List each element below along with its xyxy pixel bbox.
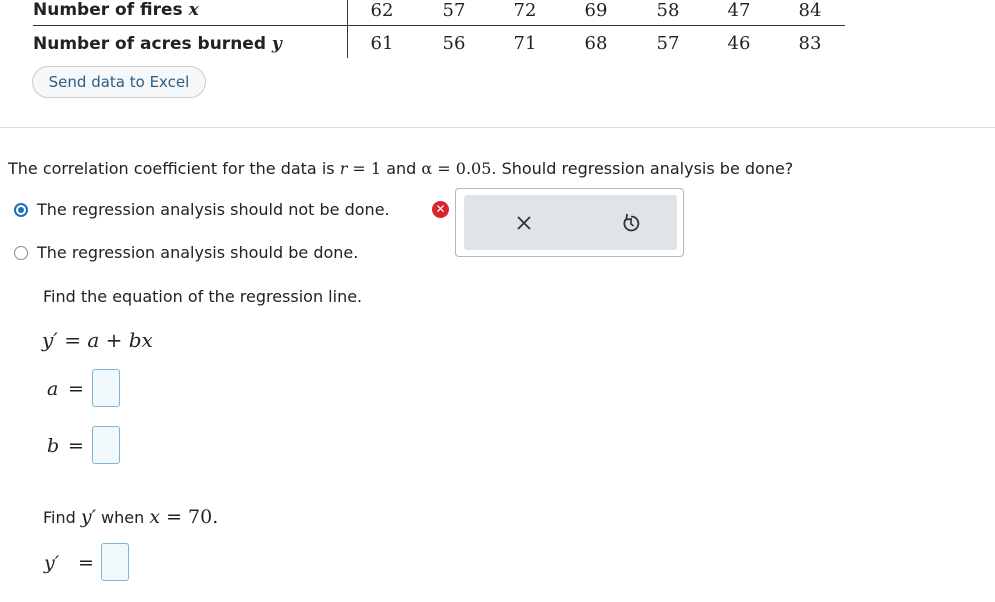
radio-not-done[interactable]: [14, 203, 28, 217]
y-prime-input[interactable]: [101, 543, 129, 581]
cell: 46: [727, 33, 751, 54]
regression-prompt: Find the equation of the regression line…: [43, 287, 363, 306]
b-input[interactable]: [92, 426, 120, 464]
feedback-popup: [455, 188, 684, 257]
row-label-fires: Number of fires x: [33, 0, 199, 20]
cell: 58: [656, 0, 680, 21]
option-label-not-done[interactable]: The regression analysis should not be do…: [37, 200, 390, 219]
cell: 47: [727, 0, 751, 21]
a-input[interactable]: [92, 369, 120, 407]
close-icon[interactable]: [510, 209, 538, 237]
question-text: The correlation coefficient for the data…: [8, 159, 794, 178]
row-label-acres: Number of acres burned y: [33, 34, 282, 54]
send-to-excel-button[interactable]: Send data to Excel: [32, 66, 206, 98]
a-label: a: [47, 378, 59, 400]
equals-sign: =: [68, 435, 84, 457]
radio-done[interactable]: [14, 246, 28, 260]
incorrect-icon: ✕: [432, 201, 449, 218]
retry-icon[interactable]: [617, 209, 645, 237]
cell: 57: [442, 0, 466, 21]
cell: 69: [584, 0, 608, 21]
table-row-fires: Number of fires x 62 57 72 69 58 47 84: [33, 0, 845, 26]
b-label: b: [47, 435, 60, 457]
cell: 57: [656, 33, 680, 54]
equals-sign: =: [78, 552, 94, 574]
cell: 84: [798, 0, 822, 21]
cell: 72: [513, 0, 537, 21]
divider: [0, 127, 995, 128]
y-prime-label: y′: [44, 552, 60, 574]
option-label-done[interactable]: The regression analysis should be done.: [37, 243, 358, 262]
regression-formula: y′ = a + bx: [42, 328, 153, 352]
popup-toolbar: [464, 195, 677, 250]
cell: 68: [584, 33, 608, 54]
predict-prompt: Find y′ when x = 70.: [43, 506, 219, 528]
table-row-acres: Number of acres burned y 61 56 71 68 57 …: [33, 26, 845, 59]
cell: 56: [442, 33, 466, 54]
cell: 71: [513, 33, 537, 54]
cell: 83: [798, 33, 822, 54]
cell: 62: [370, 0, 394, 21]
equals-sign: =: [68, 378, 84, 400]
cell: 61: [370, 33, 394, 54]
